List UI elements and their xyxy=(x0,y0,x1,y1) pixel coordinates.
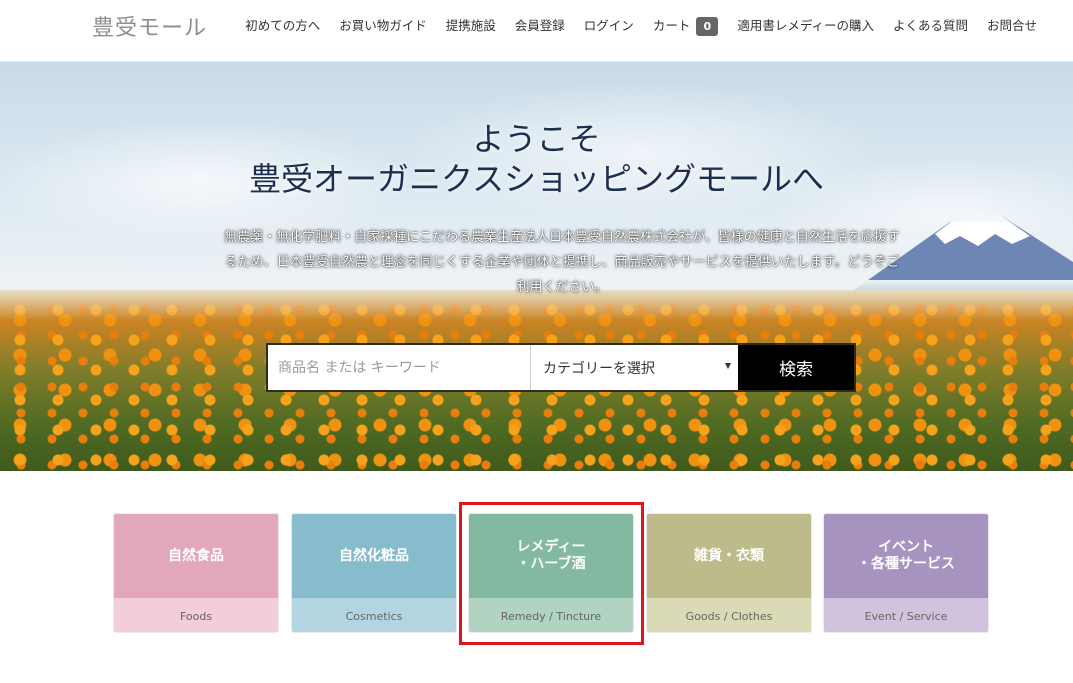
hero-title: ようこそ 豊受オーガニクスショッピングモールへ xyxy=(0,119,1073,199)
nav-shopping-guide[interactable]: お買い物ガイド xyxy=(339,16,427,36)
nav-login[interactable]: ログイン xyxy=(584,16,634,36)
hero-description: 無農薬・無化学肥料・自家採種にこだわる農業生産法人日本豊受自然農株式会社が、皆様… xyxy=(224,230,900,295)
search-input[interactable] xyxy=(268,345,531,390)
nav-register[interactable]: 会員登録 xyxy=(515,16,565,36)
search-button[interactable]: 検索 xyxy=(738,345,854,390)
hero-banner: ようこそ 豊受オーガニクスショッピングモールへ 無農薬・無化学肥料・自家採種にこ… xyxy=(0,62,1073,471)
nav-cart[interactable]: カート 0 xyxy=(653,16,719,36)
category-cards: 自然食品 Foods 自然化粧品 Cosmetics レメディー ・ハーブ酒 R… xyxy=(0,471,1073,683)
caret-down-icon xyxy=(725,363,731,369)
category-card-cosmetics[interactable]: 自然化粧品 Cosmetics xyxy=(291,513,457,633)
nav-partner-facilities[interactable]: 提携施設 xyxy=(446,16,496,36)
category-card-events[interactable]: イベント ・各種サービス Event / Service xyxy=(823,513,989,633)
category-card-foods[interactable]: 自然食品 Foods xyxy=(113,513,279,633)
nav-cart-label: カート xyxy=(652,18,691,33)
category-title: イベント ・各種サービス xyxy=(824,514,988,598)
category-subtitle: Foods xyxy=(114,598,278,632)
cart-count-badge: 0 xyxy=(696,16,719,36)
nav-contact[interactable]: お問合せ xyxy=(987,16,1037,36)
category-title: 自然食品 xyxy=(114,514,278,598)
category-subtitle: Cosmetics xyxy=(292,598,456,632)
category-select-value: カテゴリーを選択 xyxy=(543,360,655,377)
site-header: 豊受モール 初めての方へ お買い物ガイド 提携施設 会員登録 ログイン カート … xyxy=(0,0,1073,62)
hero-title-line2: 豊受オーガニクスショッピングモールへ xyxy=(248,160,825,198)
highlight-box xyxy=(459,502,644,645)
category-title: 雑貨・衣類 xyxy=(647,514,811,598)
nav-first-time[interactable]: 初めての方へ xyxy=(245,16,320,36)
hero-title-line1: ようこそ xyxy=(472,120,601,158)
search-bar: カテゴリーを選択 検索 xyxy=(266,343,856,392)
page: 豊受モール 初めての方へ お買い物ガイド 提携施設 会員登録 ログイン カート … xyxy=(0,0,1073,683)
category-card-goods[interactable]: 雑貨・衣類 Goods / Clothes xyxy=(646,513,812,633)
nav-prescription-remedy[interactable]: 適用書レメディーの購入 xyxy=(737,16,874,36)
category-subtitle: Event / Service xyxy=(824,598,988,632)
category-title: 自然化粧品 xyxy=(292,514,456,598)
category-subtitle: Goods / Clothes xyxy=(647,598,811,632)
main-nav: 初めての方へ お買い物ガイド 提携施設 会員登録 ログイン カート 0 適用書レ… xyxy=(245,16,1037,36)
nav-faq[interactable]: よくある質問 xyxy=(893,16,968,36)
category-select[interactable]: カテゴリーを選択 xyxy=(531,345,738,390)
site-logo[interactable]: 豊受モール xyxy=(92,10,207,42)
